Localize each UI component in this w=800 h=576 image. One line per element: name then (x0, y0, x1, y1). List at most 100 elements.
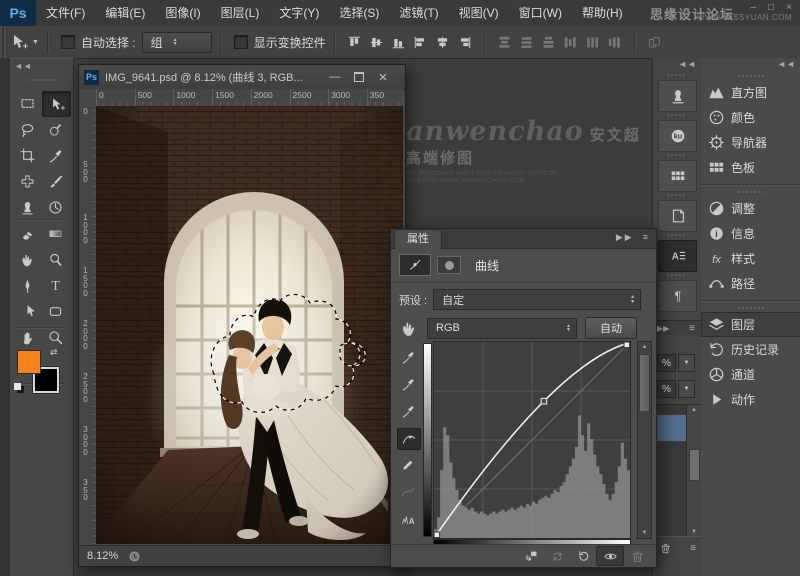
histogram-clipping-button-icon[interactable]: A (397, 509, 419, 529)
layers-scroll-thumb[interactable] (689, 449, 700, 481)
dock-panel-info[interactable]: i 信息 (701, 221, 800, 246)
selection-marching-ants[interactable] (214, 296, 364, 416)
history-brush-tool[interactable] (42, 195, 69, 219)
dock-panel-actions[interactable]: 动作 (701, 387, 800, 412)
menu-item-10[interactable]: 帮助(H) (572, 0, 633, 26)
clone-stamp-tool[interactable] (14, 195, 41, 219)
dock-panel-navigator[interactable]: 导航器 (701, 130, 800, 155)
zoom-readout[interactable]: 8.12% (87, 550, 118, 562)
scroll-down-icon[interactable]: ▼ (638, 530, 651, 536)
tool-preset-caret-icon[interactable]: ▼ (32, 39, 39, 46)
selected-layer-row[interactable] (653, 415, 686, 441)
dock-panel-histogram[interactable]: 直方图 (701, 80, 800, 105)
smudge-tool[interactable] (14, 247, 41, 271)
dock-panel-history[interactable]: 历史记录 (701, 337, 800, 362)
menu-item-4[interactable]: 图层(L) (211, 0, 270, 26)
menu-item-6[interactable]: 选择(S) (329, 0, 389, 26)
draw-curve-pencil-icon[interactable] (397, 455, 419, 475)
healing-brush-tool[interactable] (14, 169, 41, 193)
channel-dropdown[interactable]: RGB ▲ ▼ (427, 317, 577, 339)
ruler-corner[interactable] (79, 89, 97, 107)
auto-button[interactable]: 自动 (585, 317, 637, 339)
dock-panel-swatches[interactable]: 色板 (701, 155, 800, 180)
edit-points-tool-icon[interactable] (397, 428, 421, 450)
collapse-dock-icon[interactable]: ◄◄ (777, 59, 795, 69)
align-left-button[interactable] (411, 33, 431, 51)
preset-dropdown[interactable]: 自定 ▲ ▼ (433, 289, 642, 310)
layers-scrollbar[interactable]: ▲ ▼ (686, 405, 701, 537)
eyedropper-tool[interactable] (42, 143, 69, 167)
status-info-icon[interactable] (128, 550, 141, 563)
menu-item-8[interactable]: 视图(V) (449, 0, 509, 26)
brush-tool[interactable] (42, 169, 69, 193)
type-tool[interactable]: T (42, 273, 69, 297)
menu-item-7[interactable]: 滤镜(T) (389, 0, 448, 26)
swap-colors-icon[interactable]: ⇄ (50, 347, 58, 358)
distribute-l-button[interactable] (561, 33, 581, 51)
rectangular-marquee-tool[interactable] (14, 91, 41, 115)
crop-tool[interactable] (14, 143, 41, 167)
path-selection-tool[interactable] (14, 299, 41, 323)
align-vc-button[interactable] (367, 33, 387, 51)
clip-to-layer-button[interactable] (518, 547, 544, 565)
expand-panels-icon[interactable]: ◄◄ (678, 59, 696, 69)
dock-panel-styles[interactable]: fx 样式 (701, 246, 800, 271)
document-title-bar[interactable]: Ps IMG_9641.psd @ 8.12% (曲线 3, RGB... — … (79, 65, 405, 90)
foreground-color-swatch[interactable] (18, 351, 40, 373)
character-styles-panel-button[interactable]: A (658, 240, 697, 272)
libraries-panel-button[interactable] (658, 160, 697, 192)
gradient-tool[interactable] (42, 221, 69, 245)
black-point-eyedropper-icon[interactable] (397, 347, 419, 367)
curves-adjustment-icon[interactable] (399, 254, 431, 276)
menu-item-9[interactable]: 窗口(W) (509, 0, 572, 26)
dodge-tool[interactable] (42, 247, 69, 271)
align-right-button[interactable] (455, 33, 475, 51)
doc-close-button[interactable]: ✕ (371, 69, 395, 85)
distribute-hc-button[interactable] (583, 33, 603, 51)
smooth-curve-button-icon[interactable] (397, 482, 419, 502)
dock-panel-adjustments[interactable]: 调整 (701, 196, 800, 221)
layers-list-partial[interactable]: ▲ ▼ (653, 404, 701, 538)
visibility-toggle-button[interactable] (596, 546, 624, 566)
properties-scrollbar[interactable]: ▲ ▼ (637, 341, 652, 539)
menu-item-2[interactable]: 编辑(E) (95, 0, 155, 26)
menu-item-3[interactable]: 图像(I) (155, 0, 210, 26)
shape-tool[interactable] (42, 299, 69, 323)
distribute-t-button[interactable] (495, 33, 515, 51)
align-top-button[interactable] (345, 33, 365, 51)
align-hc-button[interactable] (433, 33, 453, 51)
doc-maximize-button[interactable] (347, 69, 371, 85)
quick-selection-tool[interactable] (42, 117, 69, 141)
gray-point-eyedropper-icon[interactable] (397, 374, 419, 394)
auto-select-checkbox[interactable] (60, 35, 75, 49)
dock-panel-layers[interactable]: 图层 (701, 312, 800, 337)
doc-minimize-button[interactable]: — (323, 69, 347, 85)
show-transform-checkbox[interactable] (233, 35, 248, 49)
menu-item-1[interactable]: 文件(F) (36, 0, 95, 26)
layer-mask-thumbnail[interactable] (437, 256, 461, 274)
canvas-area[interactable] (96, 106, 403, 544)
distribute-r-button[interactable] (605, 33, 625, 51)
scroll-thumb[interactable] (639, 354, 650, 412)
white-point-eyedropper-icon[interactable] (397, 401, 419, 421)
app-maximize-button[interactable]: □ (768, 2, 774, 13)
kuler-panel-button[interactable]: ku (658, 120, 697, 152)
lasso-tool[interactable] (14, 117, 41, 141)
collapse-panel-icon[interactable]: ◄◄ (14, 61, 32, 71)
align-bot-button[interactable] (389, 33, 409, 51)
panel-collapse-icon[interactable]: ▶▶ ≡ (616, 232, 650, 243)
move-tool[interactable] (42, 91, 71, 117)
fill-dropdown-icon[interactable]: ▼ (678, 380, 695, 398)
auto-select-target-dropdown[interactable]: 组 ▲ ▼ (141, 31, 212, 53)
notes-panel-button[interactable] (658, 200, 697, 232)
dock-panel-paths[interactable]: 路径 (701, 271, 800, 296)
delete-adjustment-button[interactable] (624, 547, 650, 565)
dock-panel-channels[interactable]: 通道 (701, 362, 800, 387)
app-minimize-button[interactable]: – (750, 2, 756, 13)
opacity-dropdown-icon[interactable]: ▼ (678, 354, 695, 372)
clone-source-panel-button[interactable] (658, 80, 697, 112)
list-menu-icon[interactable]: ≡ (690, 543, 696, 554)
scroll-up-icon[interactable]: ▲ (638, 344, 651, 350)
view-previous-state-button[interactable] (544, 547, 570, 565)
distribute-vc-button[interactable] (517, 33, 537, 51)
